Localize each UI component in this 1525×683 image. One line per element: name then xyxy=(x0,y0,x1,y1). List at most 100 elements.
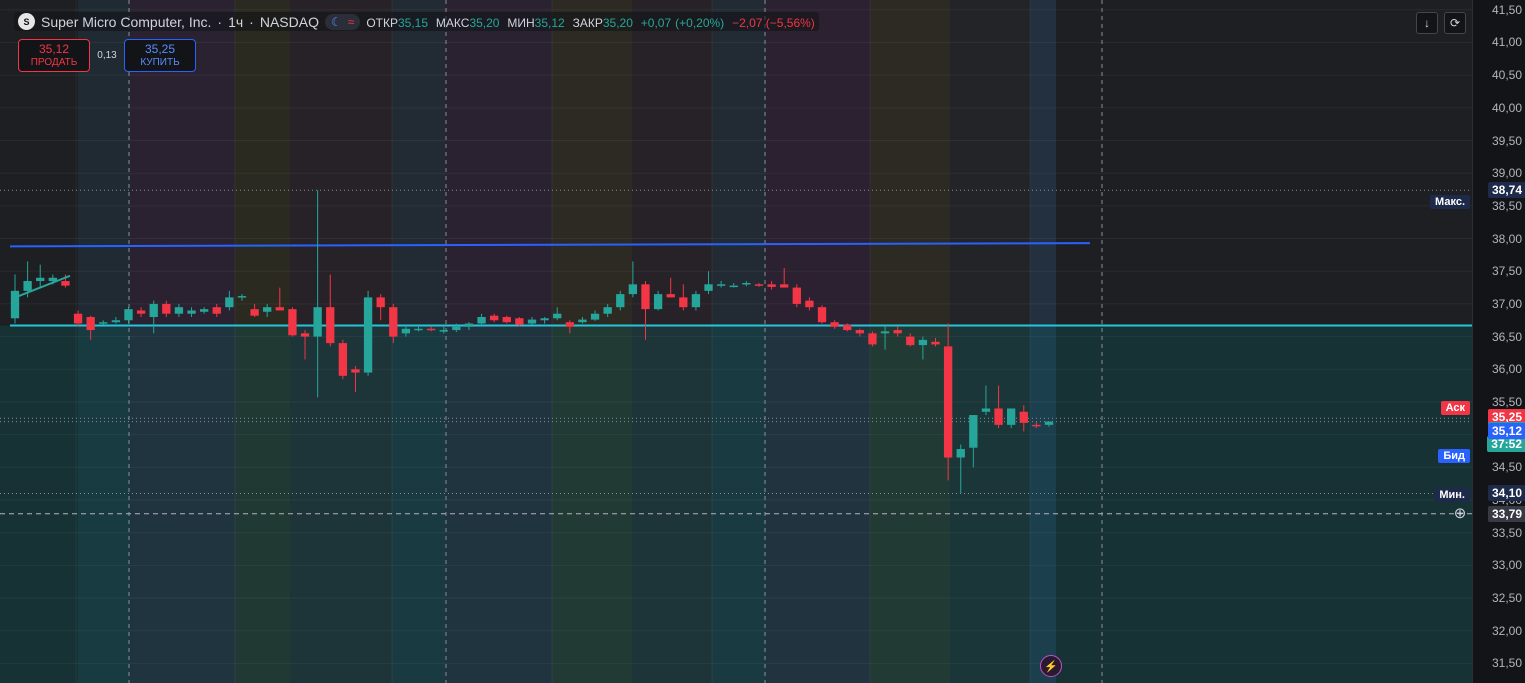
candle-body xyxy=(994,408,1003,425)
candle-body xyxy=(653,294,663,310)
candle-body xyxy=(880,331,890,334)
candle-body xyxy=(212,307,221,314)
price-tick-label: 37,00 xyxy=(1491,296,1522,311)
candle-body xyxy=(464,323,474,327)
download-button[interactable]: ↓ xyxy=(1416,12,1438,34)
price-tick-label: 36,50 xyxy=(1491,329,1522,344)
candle-body xyxy=(275,307,284,311)
refresh-button[interactable]: ⟳ xyxy=(1444,12,1466,34)
moon-icon: ☾ xyxy=(330,14,342,29)
candle-body xyxy=(149,303,158,317)
candle-body xyxy=(1044,421,1054,425)
candle-body xyxy=(111,320,121,323)
candle-body xyxy=(565,322,574,327)
candle-body xyxy=(906,336,915,346)
candle-body xyxy=(691,294,701,308)
candle-body xyxy=(628,284,638,295)
price-tick-label: 38,50 xyxy=(1491,198,1522,213)
candle-body xyxy=(553,313,562,319)
candle-body xyxy=(540,318,549,321)
price-chart[interactable] xyxy=(0,0,1472,683)
price-tick-label: 39,00 xyxy=(1491,166,1522,181)
candle-body xyxy=(199,309,209,312)
interval-label[interactable]: 1ч xyxy=(228,14,243,30)
sell-price: 35,12 xyxy=(38,41,70,56)
price-tick-label: 33,50 xyxy=(1491,525,1522,540)
candle-body xyxy=(1007,408,1016,425)
open-value: 35,15 xyxy=(398,15,429,30)
spread-value: 0,13 xyxy=(97,50,117,61)
candle-body xyxy=(578,319,587,323)
close-value: 35,20 xyxy=(602,15,633,30)
candle-body xyxy=(300,333,310,337)
candle-body xyxy=(855,330,865,334)
candle-body xyxy=(73,313,83,324)
candle-body xyxy=(86,316,95,331)
change-pct: (+0,20%) xyxy=(675,15,725,30)
low-label: МИН xyxy=(507,15,535,30)
candle-body xyxy=(61,281,70,286)
candle-body xyxy=(174,307,184,314)
symbol-logo[interactable]: S xyxy=(18,13,35,30)
candle-body xyxy=(943,346,953,458)
candle-body xyxy=(389,307,398,337)
candle-body xyxy=(426,328,436,331)
max-label: Макс. xyxy=(1430,195,1470,209)
buy-price: 35,25 xyxy=(144,41,176,56)
wave-icon: ≈ xyxy=(347,14,355,29)
chart-area[interactable] xyxy=(0,0,1472,683)
price-tick-label: 36,00 xyxy=(1491,362,1522,377)
candle-body xyxy=(981,408,991,412)
candle-body xyxy=(250,309,259,316)
candle-body xyxy=(956,449,965,458)
add-plus-icon[interactable]: ⊕ xyxy=(1451,505,1469,523)
candle-body xyxy=(704,284,713,291)
min-price-tag: 34,10 xyxy=(1487,485,1525,502)
candle-body xyxy=(931,341,940,345)
candle-body xyxy=(767,284,776,287)
price-tick-label: 39,50 xyxy=(1491,133,1522,148)
price-axis[interactable]: 41,50 41,00 40,50 40,00 39,50 39,00 38,50 38,00… xyxy=(1472,0,1525,683)
candle-body xyxy=(187,310,196,314)
candle-body xyxy=(326,307,335,344)
price-tick-label: 34,50 xyxy=(1491,460,1522,475)
candle-body xyxy=(477,316,486,324)
symbol-name[interactable]: Super Micro Computer, Inc. xyxy=(41,14,211,30)
candle-body xyxy=(376,297,385,308)
lightning-icon: ⚡ xyxy=(1044,660,1058,673)
legend-separator-2: · xyxy=(249,13,254,30)
min-label: Мин. xyxy=(1434,488,1470,502)
bid-price-tag: 35,12 xyxy=(1487,422,1525,439)
buy-button[interactable]: 35,25 КУПИТЬ xyxy=(124,39,196,72)
candle-body xyxy=(502,316,511,323)
candle-body xyxy=(490,315,499,321)
candle-body xyxy=(679,297,688,308)
buy-label: КУПИТЬ xyxy=(140,56,180,68)
candle-body xyxy=(754,284,764,286)
candle-body xyxy=(263,307,272,312)
price-tick-label: 40,50 xyxy=(1491,68,1522,83)
candle-body xyxy=(124,309,133,321)
candle-body xyxy=(237,296,247,298)
candle-body xyxy=(716,284,726,286)
trade-panel: 35,12 ПРОДАТЬ 0,13 35,25 КУПИТЬ xyxy=(18,39,196,72)
candle-body xyxy=(742,283,751,285)
candle-body xyxy=(527,319,537,324)
refresh-icon: ⟳ xyxy=(1449,16,1461,30)
candle-body xyxy=(868,333,877,345)
day-change: −2,07 (−5,56%) xyxy=(732,15,815,30)
high-label: МАКС xyxy=(435,15,470,30)
sell-button[interactable]: 35,12 ПРОДАТЬ xyxy=(18,39,90,72)
alert-lightning-button[interactable]: ⚡ xyxy=(1040,655,1062,677)
high-value: 35,20 xyxy=(469,15,500,30)
candle-body xyxy=(843,324,852,331)
sell-label: ПРОДАТЬ xyxy=(30,56,78,68)
candle-body xyxy=(414,328,423,331)
legend-separator-1: · xyxy=(217,13,223,30)
candle-body xyxy=(136,310,146,314)
session-pill[interactable]: ☾ ≈ xyxy=(324,13,361,30)
candle-body xyxy=(351,369,360,373)
zone-fill xyxy=(0,325,1472,683)
ask-label: Аск xyxy=(1440,401,1470,415)
symbol-legend: S Super Micro Computer, Inc. · 1ч · NASD… xyxy=(14,12,819,31)
